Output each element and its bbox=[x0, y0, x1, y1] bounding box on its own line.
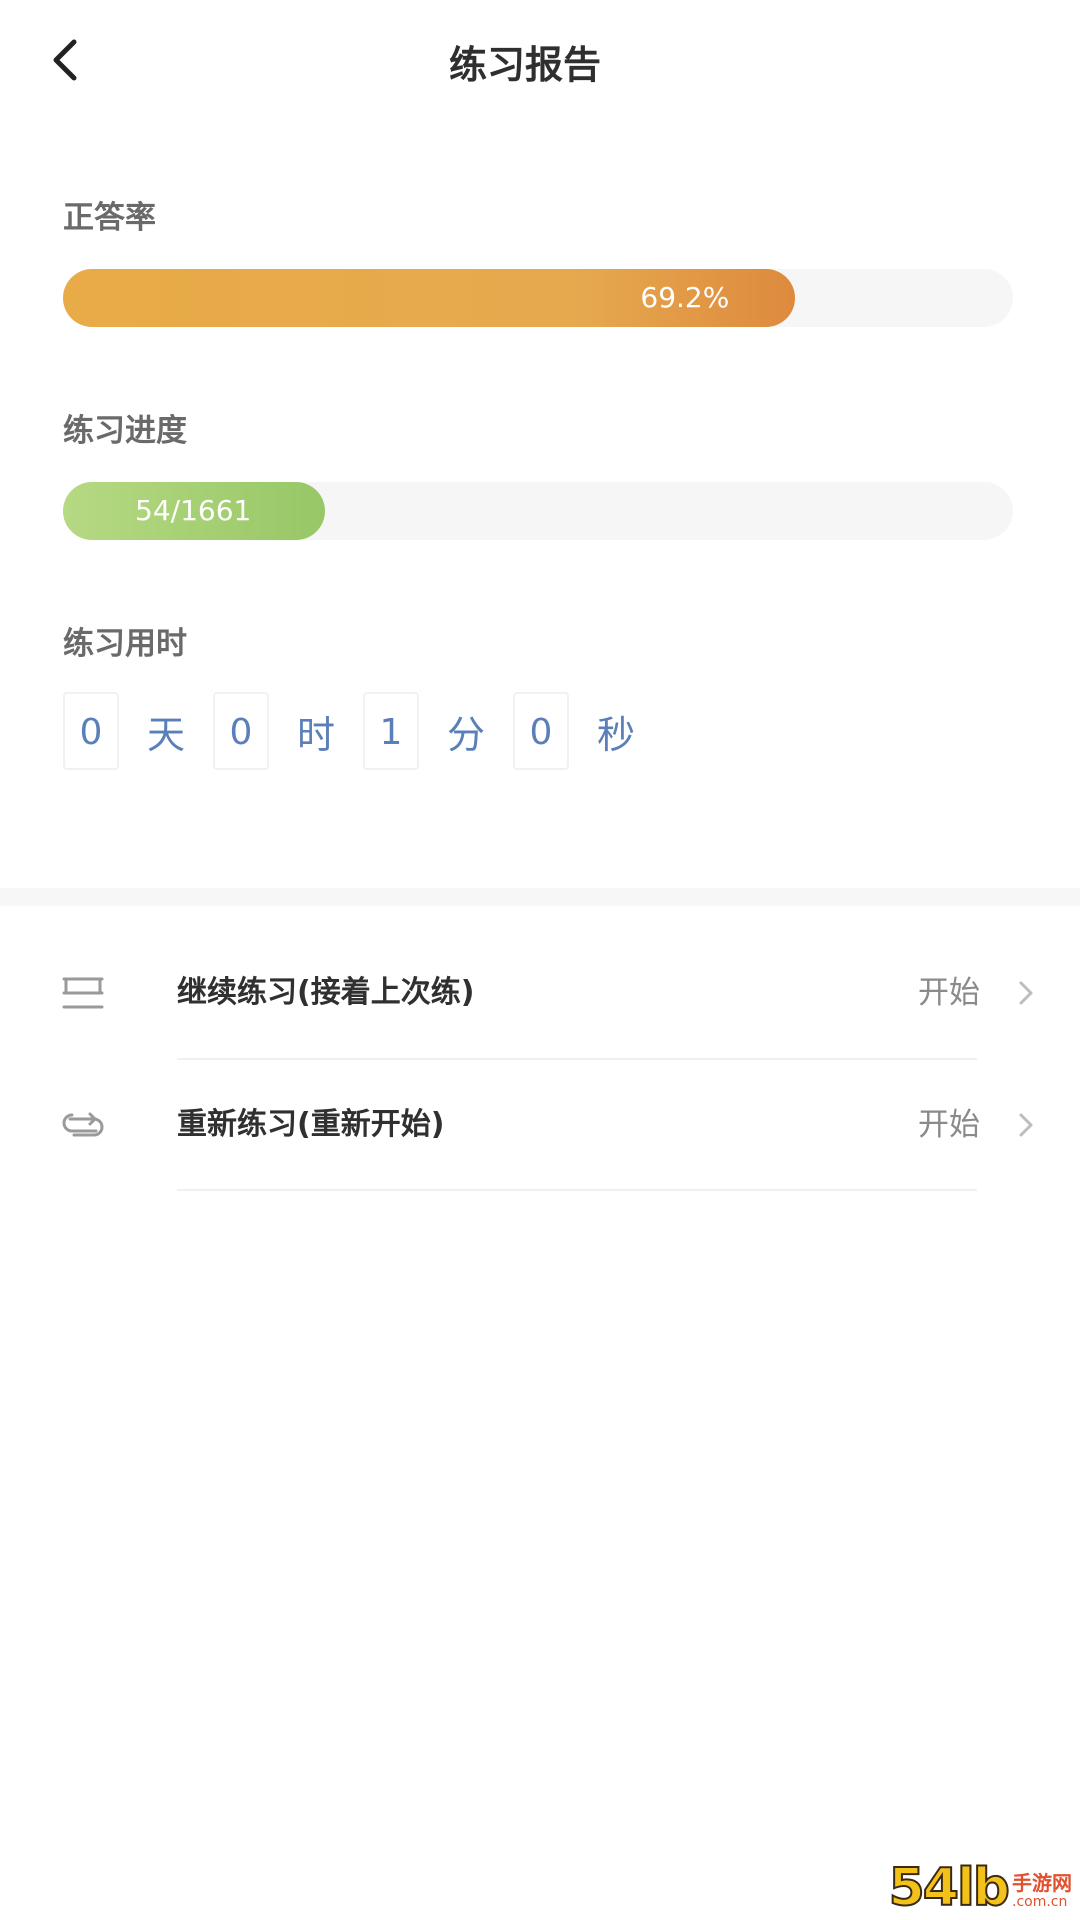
hours-value: 0 bbox=[213, 692, 269, 770]
practice-progress-track: 54/1661 bbox=[63, 482, 1013, 540]
restart-practice-label: 重新练习(重新开始) bbox=[177, 1107, 445, 1142]
accuracy-value: 69.2% bbox=[640, 281, 730, 314]
accuracy-progress-fill: 69.2% bbox=[63, 269, 796, 327]
continue-practice-label: 继续练习(接着上次练) bbox=[177, 975, 475, 1010]
seconds-value: 0 bbox=[513, 692, 569, 770]
time-used-row: 0 天 0 时 1 分 0 秒 bbox=[63, 692, 663, 770]
watermark-text: 手游网 .com.cn bbox=[1012, 1872, 1072, 1910]
days-unit: 天 bbox=[146, 712, 185, 757]
seconds-unit: 秒 bbox=[596, 712, 635, 757]
watermark-name: 手游网 bbox=[1012, 1871, 1072, 1895]
row-divider bbox=[177, 1189, 977, 1191]
minutes-unit: 分 bbox=[446, 712, 485, 757]
time-used-label: 练习用时 bbox=[63, 626, 187, 662]
practice-progress-value: 54/1661 bbox=[135, 494, 252, 527]
minutes-value: 1 bbox=[363, 692, 419, 770]
watermark-suffix: lb bbox=[956, 1858, 1011, 1918]
section-divider bbox=[0, 888, 1080, 906]
continue-start-text: 开始 bbox=[918, 975, 980, 1011]
accuracy-label: 正答率 bbox=[63, 200, 156, 236]
continue-practice-row[interactable]: 继续练习(接着上次练) 开始 bbox=[0, 928, 1080, 1058]
restart-practice-row[interactable]: 重新练习(重新开始) 开始 bbox=[0, 1060, 1080, 1190]
continue-icon bbox=[62, 977, 104, 1009]
chevron-right-icon bbox=[1019, 1113, 1033, 1137]
chevron-right-icon bbox=[1019, 981, 1033, 1005]
practice-progress-fill: 54/1661 bbox=[63, 482, 325, 540]
header: 练习报告 bbox=[0, 0, 1080, 125]
watermark-domain: .com.cn bbox=[1012, 1894, 1068, 1910]
watermark-number: 54 bbox=[888, 1858, 960, 1918]
page-title: 练习报告 bbox=[448, 43, 601, 87]
practice-report-page: 练习报告 正答率 69.2% 练习进度 54/1661 练习用时 0 天 0 时… bbox=[0, 0, 1080, 1920]
days-value: 0 bbox=[63, 692, 119, 770]
accuracy-progress-track: 69.2% bbox=[63, 269, 1013, 327]
progress-label: 练习进度 bbox=[63, 413, 187, 449]
restart-start-text: 开始 bbox=[918, 1107, 980, 1143]
hours-unit: 时 bbox=[296, 712, 335, 757]
restart-icon bbox=[62, 1112, 104, 1137]
site-watermark-logo: 54 lb 手游网 .com.cn bbox=[888, 1858, 1072, 1918]
